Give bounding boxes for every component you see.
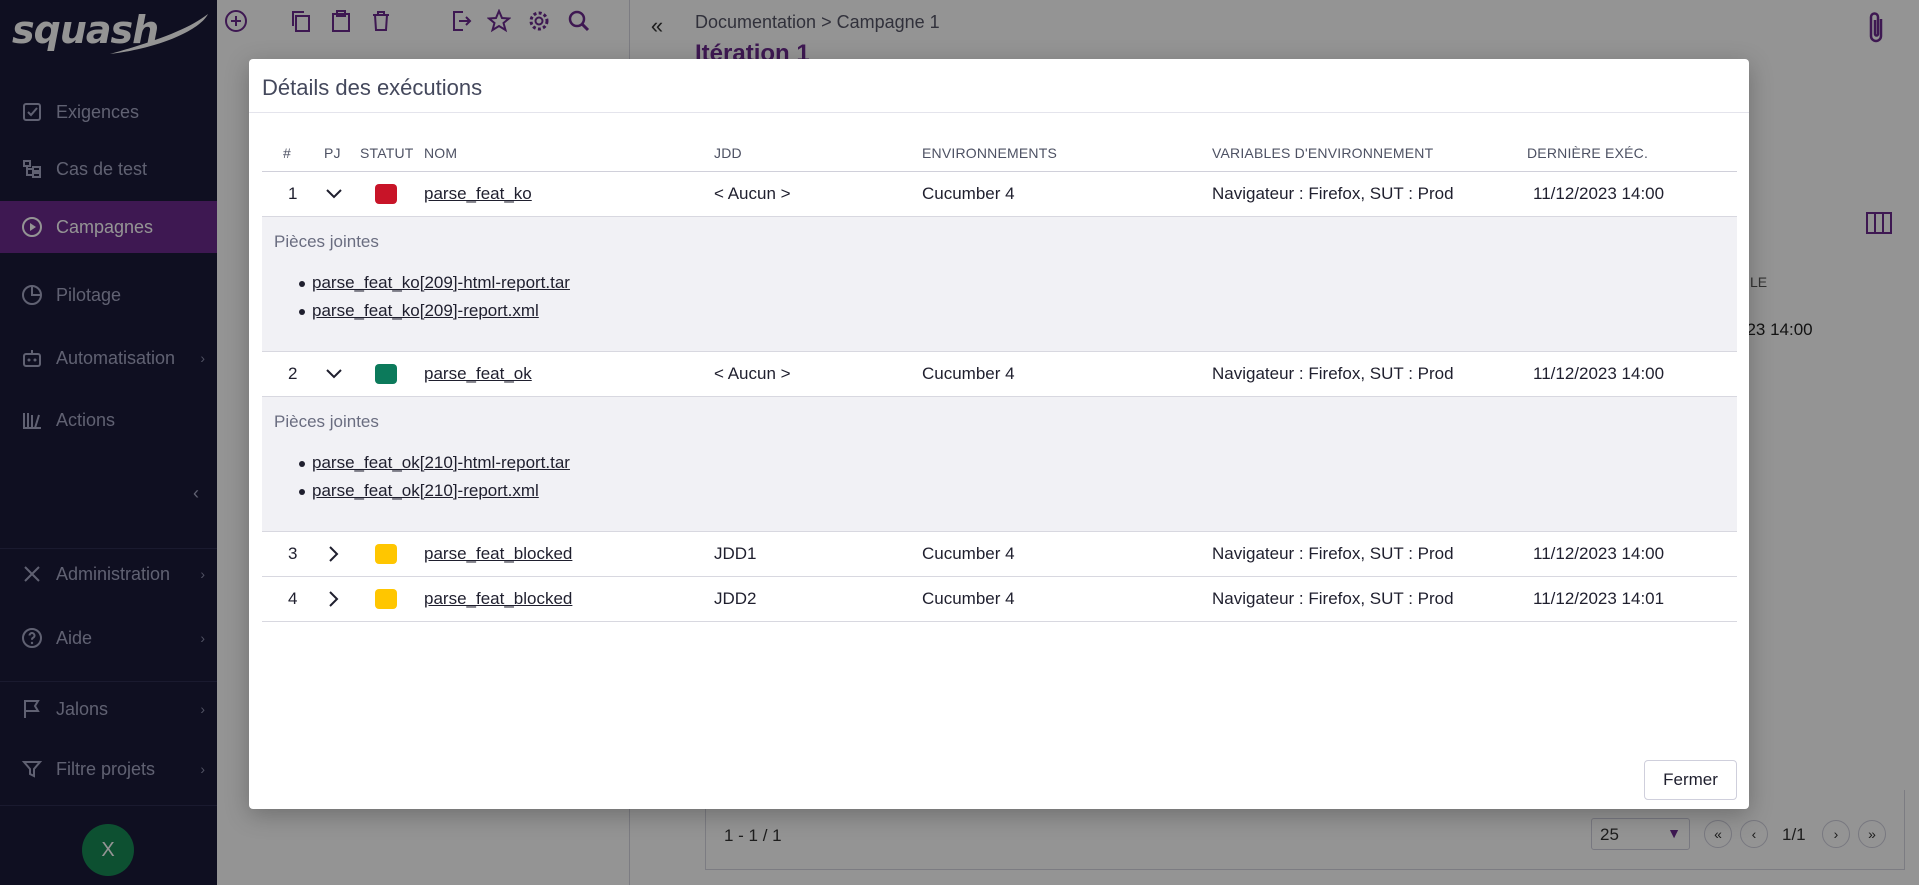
environment-cell: Cucumber 4: [922, 364, 1015, 383]
execution-name-link[interactable]: parse_feat_ko: [424, 184, 532, 204]
status-badge-success: [375, 364, 397, 384]
list-item: parse_feat_ok[210]-html-report.tar: [299, 449, 570, 477]
dialog-title: Détails des exécutions: [262, 75, 483, 100]
dataset-cell: JDD2: [714, 589, 757, 608]
status-badge-blocked: [375, 589, 397, 609]
attachments-list: parse_feat_ko[209]-html-report.tar parse…: [299, 269, 570, 325]
row-number: 2: [288, 364, 298, 383]
environment-cell: Cucumber 4: [922, 184, 1015, 203]
environment-variables-cell: Navigateur : Firefox, SUT : Prod: [1212, 364, 1454, 383]
table-row: 1 parse_feat_ko < Aucun > Cucumber 4 Nav…: [262, 172, 1737, 217]
execution-name-link[interactable]: parse_feat_blocked: [424, 544, 572, 564]
column-header-environment-variables: VARIABLES D'ENVIRONNEMENT: [1212, 145, 1434, 161]
column-header-attachments: PJ: [324, 145, 341, 161]
list-item: parse_feat_ko[209]-html-report.tar: [299, 269, 570, 297]
environment-variables-cell: Navigateur : Firefox, SUT : Prod: [1212, 184, 1454, 203]
chevron-down-icon[interactable]: [324, 184, 344, 204]
attachment-link[interactable]: parse_feat_ko[209]-report.xml: [312, 301, 539, 320]
chevron-right-icon[interactable]: [324, 544, 344, 564]
attachments-panel: Pièces jointes parse_feat_ko[209]-html-r…: [262, 217, 1737, 352]
environment-variables-cell: Navigateur : Firefox, SUT : Prod: [1212, 544, 1454, 563]
table-header: # PJ STATUT NOM JDD ENVIRONNEMENTS VARIA…: [262, 135, 1737, 172]
row-number: 4: [288, 589, 298, 608]
list-item: parse_feat_ok[210]-report.xml: [299, 477, 570, 505]
list-item: parse_feat_ko[209]-report.xml: [299, 297, 570, 325]
table-row: 2 parse_feat_ok < Aucun > Cucumber 4 Nav…: [262, 352, 1737, 397]
column-header-last-execution: DERNIÈRE EXÉC.: [1527, 145, 1649, 161]
attachments-title: Pièces jointes: [274, 412, 379, 431]
column-header-environments: ENVIRONNEMENTS: [922, 145, 1058, 161]
attachment-link[interactable]: parse_feat_ko[209]-html-report.tar: [312, 273, 570, 292]
status-badge-blocked: [375, 544, 397, 564]
dataset-cell: JDD1: [714, 544, 757, 563]
chevron-down-icon[interactable]: [324, 364, 344, 384]
attachment-link[interactable]: parse_feat_ok[210]-html-report.tar: [312, 453, 570, 472]
environment-variables-cell: Navigateur : Firefox, SUT : Prod: [1212, 589, 1454, 608]
table-row: 3 parse_feat_blocked JDD1 Cucumber 4 Nav…: [262, 532, 1737, 577]
row-number: 1: [288, 184, 298, 203]
close-button[interactable]: Fermer: [1644, 760, 1737, 800]
executions-table: # PJ STATUT NOM JDD ENVIRONNEMENTS VARIA…: [262, 135, 1737, 622]
last-execution-cell: 11/12/2023 14:00: [1533, 544, 1665, 563]
dataset-cell: < Aucun >: [714, 364, 791, 383]
chevron-right-icon[interactable]: [324, 589, 344, 609]
table-row: 4 parse_feat_blocked JDD2 Cucumber 4 Nav…: [262, 577, 1737, 622]
attachments-list: parse_feat_ok[210]-html-report.tar parse…: [299, 449, 570, 505]
execution-details-dialog: Détails des exécutions # PJ STATUT NOM J…: [249, 59, 1749, 809]
environment-cell: Cucumber 4: [922, 589, 1015, 608]
column-header-name: NOM: [424, 145, 458, 161]
row-number: 3: [288, 544, 298, 563]
dataset-cell: < Aucun >: [714, 184, 791, 203]
attachments-panel: Pièces jointes parse_feat_ok[210]-html-r…: [262, 397, 1737, 532]
column-header-number: #: [283, 145, 291, 161]
attachments-title: Pièces jointes: [274, 232, 379, 251]
column-header-status: STATUT: [360, 145, 414, 161]
status-badge-failure: [375, 184, 397, 204]
dialog-header: Détails des exécutions: [249, 59, 1749, 113]
last-execution-cell: 11/12/2023 14:00: [1533, 364, 1665, 383]
attachment-link[interactable]: parse_feat_ok[210]-report.xml: [312, 481, 539, 500]
execution-name-link[interactable]: parse_feat_blocked: [424, 589, 572, 609]
last-execution-cell: 11/12/2023 14:00: [1533, 184, 1665, 203]
column-header-dataset: JDD: [714, 145, 742, 161]
execution-name-link[interactable]: parse_feat_ok: [424, 364, 532, 384]
environment-cell: Cucumber 4: [922, 544, 1015, 563]
last-execution-cell: 11/12/2023 14:01: [1533, 589, 1665, 608]
